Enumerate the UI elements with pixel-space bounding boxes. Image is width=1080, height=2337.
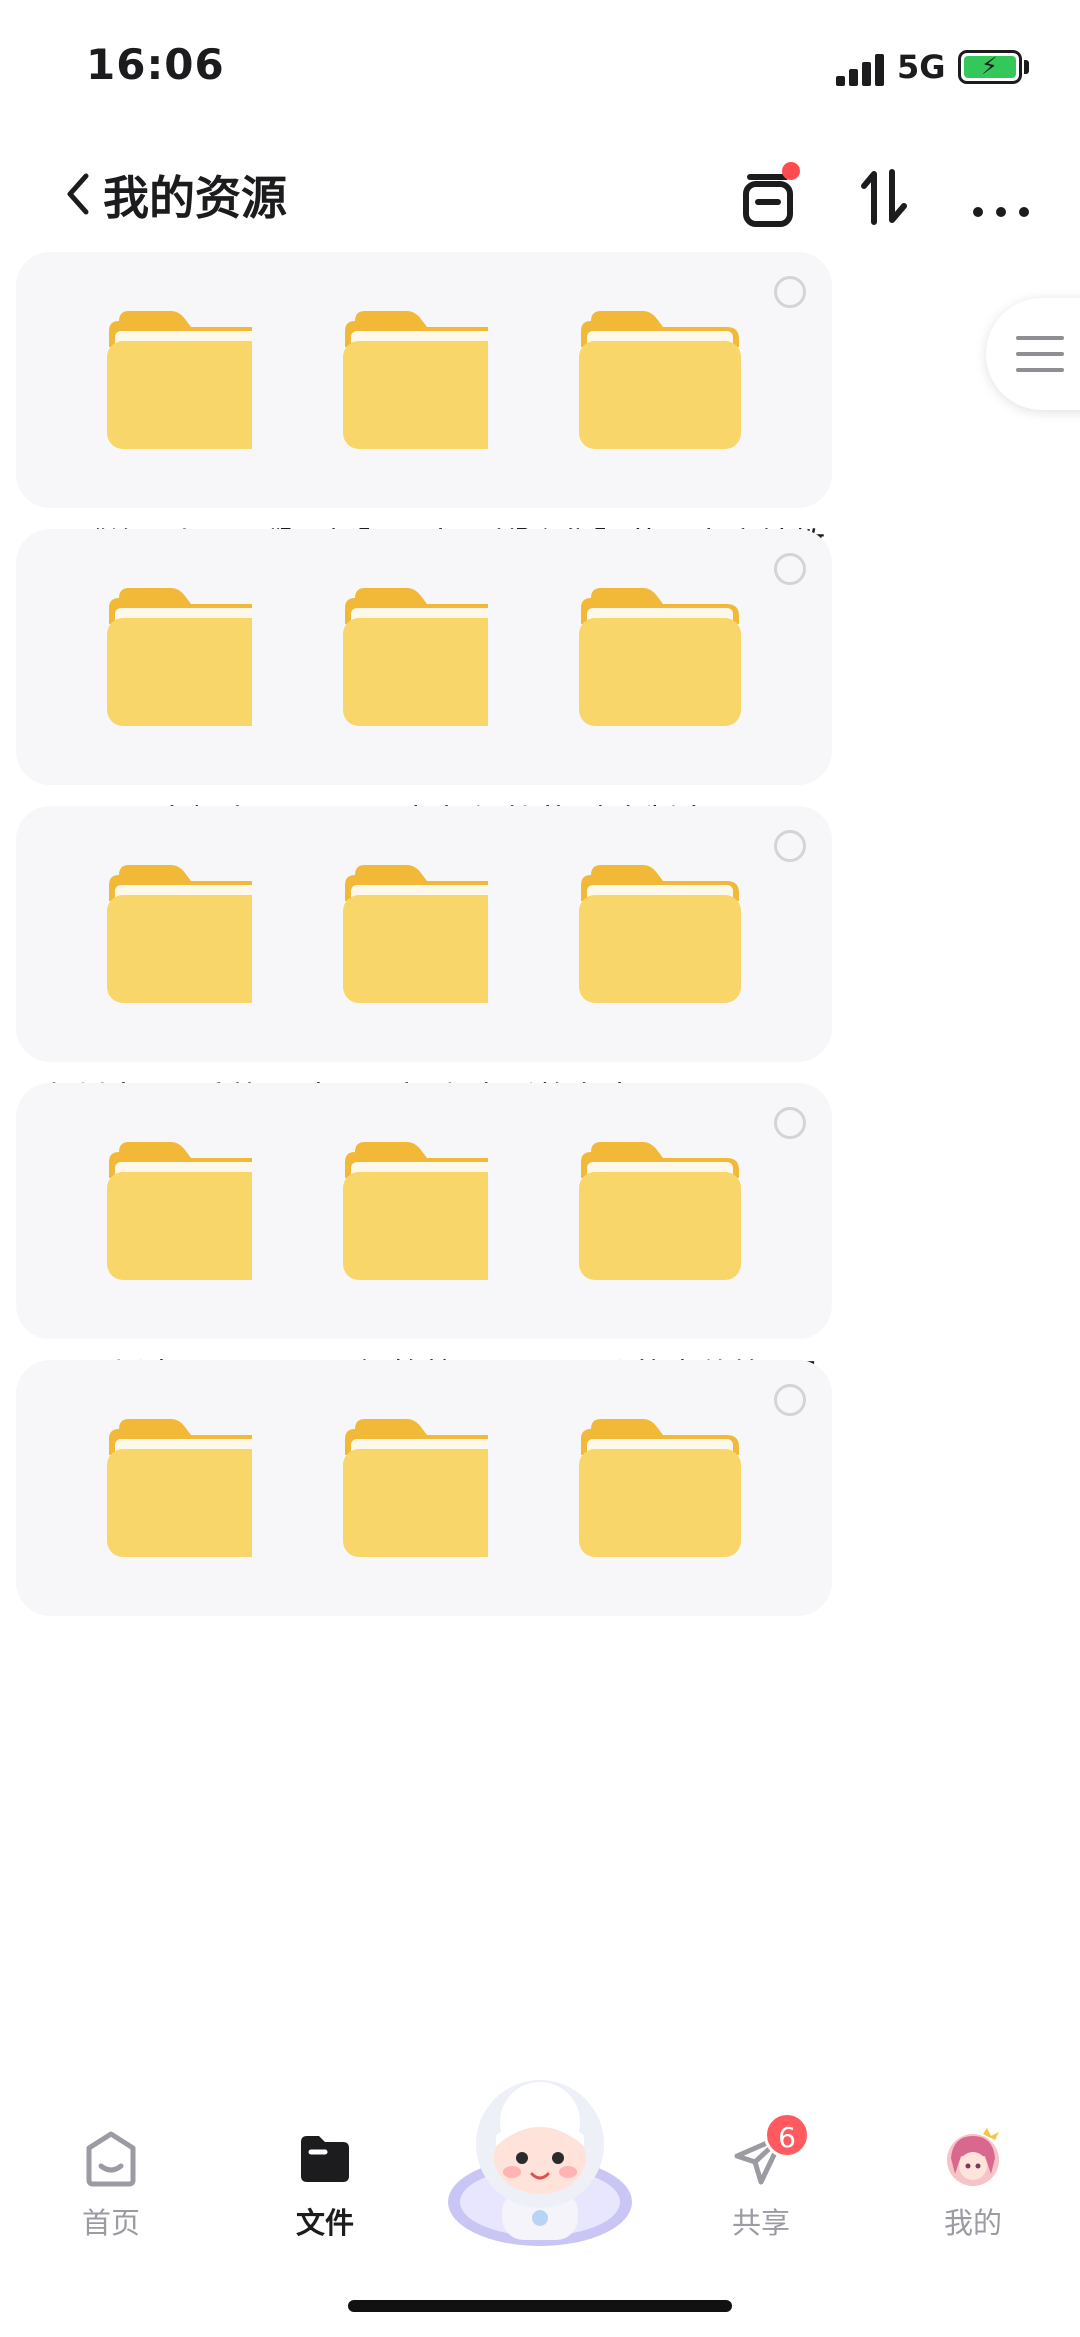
avatar bbox=[947, 2128, 999, 2186]
folder-icon bbox=[577, 1415, 743, 1560]
nav-home[interactable]: 首页 bbox=[36, 2108, 186, 2258]
select-checkbox[interactable] bbox=[774, 1384, 806, 1416]
folder-icon bbox=[105, 1415, 271, 1560]
notification-dot bbox=[782, 162, 800, 180]
folder-icon bbox=[341, 861, 507, 1006]
mascot-icon bbox=[448, 2080, 632, 2246]
folder-grid: 《偷星九月天》【更新】咒术回战漫画【合集】藤泽亨麻辣教师一拳超人00003 米老… bbox=[16, 252, 1078, 2112]
signal-icon bbox=[836, 54, 886, 86]
header: 我的资源 bbox=[0, 140, 1080, 250]
chevron-left-icon bbox=[67, 173, 89, 215]
folder-icon bbox=[341, 584, 507, 729]
page-title: 我的资源 bbox=[103, 171, 287, 225]
status-bar: 16:06 5G ⚡ bbox=[0, 0, 1080, 130]
nav-home-label: 首页 bbox=[81, 2206, 140, 2240]
select-checkbox[interactable] bbox=[774, 276, 806, 308]
transfer-list-button[interactable] bbox=[736, 162, 806, 232]
folder-icon bbox=[341, 307, 507, 452]
nav-share-label: 共享 bbox=[731, 2206, 790, 2240]
folder-item[interactable] bbox=[488, 1360, 832, 1770]
sort-icon bbox=[861, 169, 907, 225]
more-icon bbox=[973, 207, 1029, 217]
nav-share[interactable]: 6 共享 bbox=[686, 2108, 836, 2258]
more-button[interactable] bbox=[966, 162, 1036, 232]
assistant-mascot-button[interactable] bbox=[440, 2062, 640, 2262]
folder-card[interactable] bbox=[488, 1360, 832, 1616]
select-checkbox[interactable] bbox=[774, 553, 806, 585]
folder-icon bbox=[105, 584, 271, 729]
folder-icon bbox=[301, 2136, 349, 2182]
folder-icon bbox=[341, 1138, 507, 1283]
folder-card[interactable] bbox=[488, 806, 832, 1062]
sort-button[interactable] bbox=[850, 162, 920, 232]
screen: 16:06 5G ⚡ 我的资源 首页 文件 6 共享 我的 bbox=[0, 0, 1080, 2337]
select-checkbox[interactable] bbox=[774, 1107, 806, 1139]
folder-card[interactable] bbox=[488, 1083, 832, 1339]
folder-icon bbox=[577, 584, 743, 729]
folder-icon bbox=[105, 861, 271, 1006]
folder-icon bbox=[577, 1138, 743, 1283]
nav-mine-label: 我的 bbox=[943, 2206, 1002, 2240]
back-button[interactable] bbox=[58, 164, 98, 224]
folder-icon bbox=[105, 307, 271, 452]
status-time: 16:06 bbox=[86, 40, 225, 89]
nav-mine[interactable]: 我的 bbox=[898, 2108, 1048, 2258]
share-badge: 6 bbox=[764, 2112, 810, 2158]
folder-icon bbox=[577, 307, 743, 452]
network-label: 5G bbox=[897, 48, 946, 86]
nav-files-label: 文件 bbox=[295, 2206, 354, 2240]
folder-icon bbox=[341, 1415, 507, 1560]
folder-icon bbox=[105, 1138, 271, 1283]
battery-cap bbox=[1024, 60, 1029, 74]
select-checkbox[interactable] bbox=[774, 830, 806, 862]
folder-icon bbox=[577, 861, 743, 1006]
home-indicator bbox=[348, 2300, 732, 2312]
battery-icon: ⚡ bbox=[958, 50, 1022, 84]
home-icon bbox=[86, 2131, 136, 2187]
nav-files[interactable]: 文件 bbox=[250, 2108, 400, 2258]
folder-card[interactable] bbox=[488, 252, 832, 508]
folder-card[interactable] bbox=[488, 529, 832, 785]
